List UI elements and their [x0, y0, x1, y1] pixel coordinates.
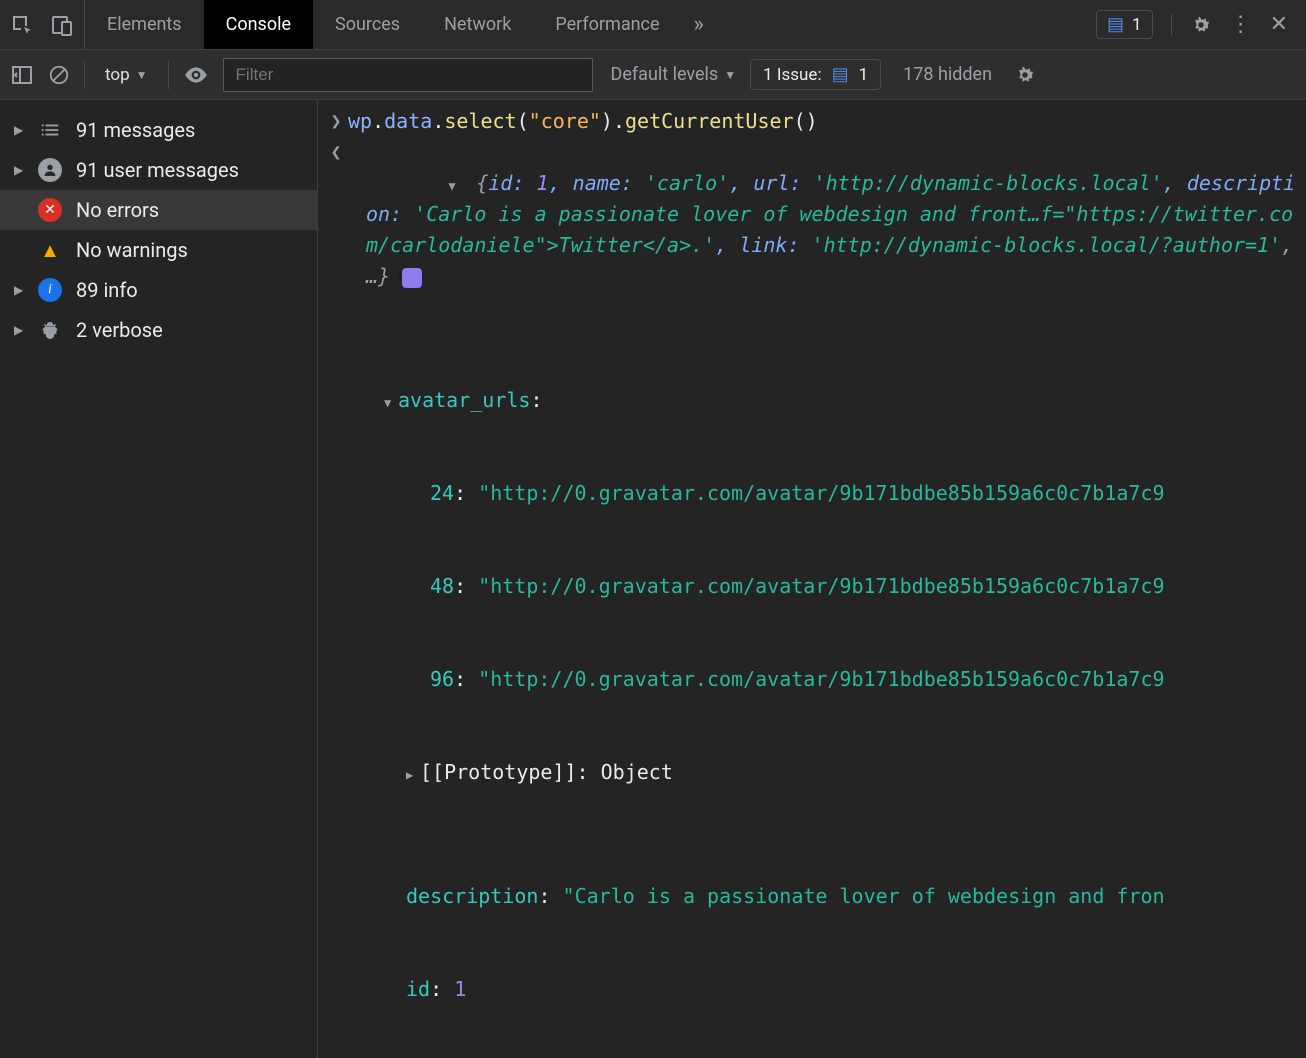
- chevron-down-icon: ▼: [136, 68, 148, 82]
- separator: [168, 61, 169, 89]
- console-sidebar: ▶ 91 messages ▶ 91 user messages ▶ ✕ No …: [0, 100, 318, 1058]
- bug-icon: [38, 318, 62, 342]
- console-output: ❯ wp.data.select("core").getCurrentUser(…: [318, 100, 1306, 1058]
- user-icon: [38, 158, 62, 182]
- info-badge-icon[interactable]: i: [402, 268, 422, 288]
- console-output-row[interactable]: ❮ ▼{id: 1, name: 'carlo', url: 'http://d…: [324, 137, 1306, 323]
- context-selector[interactable]: top ▼: [99, 65, 154, 85]
- collapse-triangle-icon[interactable]: ▼: [462, 177, 476, 196]
- expand-triangle-icon: ▶: [14, 283, 24, 297]
- list-icon: [38, 118, 62, 142]
- sidebar-label: No warnings: [76, 238, 188, 262]
- sidebar-label: 89 info: [76, 278, 138, 302]
- console-command: wp.data.select("core").getCurrentUser(): [348, 106, 1306, 137]
- sidebar-label: 2 verbose: [76, 318, 163, 342]
- devtools-tab-strip: Elements Console Sources Network Perform…: [0, 0, 1306, 50]
- separator: [84, 61, 85, 89]
- message-icon: ▤: [1107, 14, 1124, 35]
- tree-row[interactable]: description: "Carlo is a passionate love…: [358, 881, 1306, 912]
- sidebar-item-user-messages[interactable]: ▶ 91 user messages: [0, 150, 317, 190]
- issues-pill[interactable]: 1 Issue: ▤ 1: [750, 59, 881, 90]
- sidebar-label: 91 user messages: [76, 158, 239, 182]
- object-preview: ▼{id: 1, name: 'carlo', url: 'http://dyn…: [348, 137, 1306, 323]
- filter-input[interactable]: [223, 58, 593, 92]
- tab-elements[interactable]: Elements: [85, 0, 204, 49]
- close-icon[interactable]: ✕: [1270, 12, 1288, 37]
- separator: [1171, 14, 1172, 36]
- tab-performance[interactable]: Performance: [533, 0, 681, 49]
- console-toolbar: top ▼ Default levels ▼ 1 Issue: ▤ 1 178 …: [0, 50, 1306, 100]
- console-input-row[interactable]: ❯ wp.data.select("core").getCurrentUser(…: [324, 106, 1306, 137]
- collapse-triangle-icon[interactable]: ▼: [384, 394, 398, 413]
- issues-count: 1: [859, 65, 869, 85]
- input-marker-icon: ❯: [324, 106, 348, 136]
- expand-triangle-icon: ▶: [14, 323, 24, 337]
- message-icon: ▤: [832, 64, 849, 85]
- info-icon: i: [38, 278, 62, 302]
- warning-icon: ▲: [38, 238, 62, 262]
- tab-sources[interactable]: Sources: [313, 0, 422, 49]
- console-settings-icon[interactable]: [1014, 64, 1036, 86]
- tree-row[interactable]: ▼avatar_urls:: [358, 385, 1306, 416]
- top-issue-count: 1: [1132, 15, 1142, 35]
- inspect-element-icon[interactable]: [10, 13, 34, 37]
- expand-triangle-icon[interactable]: ▶: [406, 766, 420, 785]
- sidebar-toggle-icon[interactable]: [10, 63, 34, 87]
- chevron-down-icon: ▼: [724, 68, 736, 82]
- error-icon: ✕: [38, 198, 62, 222]
- tab-console[interactable]: Console: [204, 0, 313, 49]
- tab-network[interactable]: Network: [422, 0, 533, 49]
- expand-triangle-icon: ▶: [14, 163, 24, 177]
- sidebar-label: No errors: [76, 198, 159, 222]
- sidebar-item-errors[interactable]: ▶ ✕ No errors: [0, 190, 317, 230]
- context-label: top: [105, 65, 130, 85]
- expand-triangle-icon: ▶: [14, 123, 24, 137]
- levels-label: Default levels: [611, 64, 719, 85]
- tree-row[interactable]: 24: "http://0.gravatar.com/avatar/9b171b…: [358, 478, 1306, 509]
- tree-row[interactable]: id: 1: [358, 974, 1306, 1005]
- tree-row[interactable]: 96: "http://0.gravatar.com/avatar/9b171b…: [358, 664, 1306, 695]
- sidebar-item-warnings[interactable]: ▶ ▲ No warnings: [0, 230, 317, 270]
- top-right-controls: ▤ 1 ⋮ ✕: [1096, 0, 1306, 49]
- sidebar-label: 91 messages: [76, 118, 195, 142]
- tree-row[interactable]: 48: "http://0.gravatar.com/avatar/9b171b…: [358, 571, 1306, 602]
- clear-console-icon[interactable]: [48, 64, 70, 86]
- tree-row[interactable]: ▶[[Prototype]]: Object: [358, 757, 1306, 788]
- object-tree: ▼avatar_urls: 24: "http://0.gravatar.com…: [324, 323, 1306, 1058]
- issues-label: 1 Issue:: [763, 65, 821, 85]
- live-expression-icon[interactable]: [183, 62, 209, 88]
- kebab-menu-icon[interactable]: ⋮: [1230, 12, 1252, 37]
- hidden-count[interactable]: 178 hidden: [903, 64, 992, 85]
- sidebar-item-messages[interactable]: ▶ 91 messages: [0, 110, 317, 150]
- device-toolbar-icon[interactable]: [50, 13, 74, 37]
- settings-icon[interactable]: [1190, 14, 1212, 36]
- sidebar-item-verbose[interactable]: ▶ 2 verbose: [0, 310, 317, 350]
- output-marker-icon: ❮: [324, 137, 348, 167]
- sidebar-item-info[interactable]: ▶ i 89 info: [0, 270, 317, 310]
- tabs-overflow-icon[interactable]: »: [682, 12, 716, 37]
- top-issues-badge[interactable]: ▤ 1: [1096, 10, 1153, 39]
- top-left-controls: [0, 0, 85, 49]
- log-levels-selector[interactable]: Default levels ▼: [611, 64, 737, 85]
